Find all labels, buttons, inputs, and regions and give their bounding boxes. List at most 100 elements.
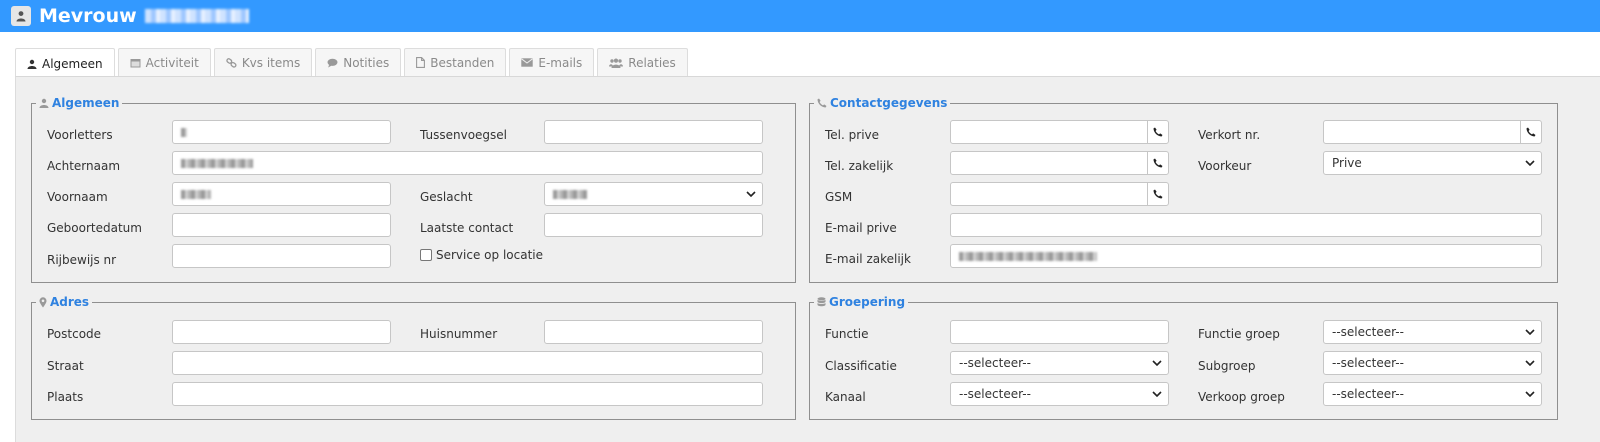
comment-icon <box>327 58 338 67</box>
postcode-label: Postcode <box>47 327 102 341</box>
contact-user-icon <box>11 6 31 26</box>
tab-algemeen[interactable]: Algemeen <box>15 48 115 78</box>
achternaam-input[interactable] <box>172 151 763 175</box>
verkoop-groep-label: Verkoop groep <box>1198 390 1285 404</box>
geslacht-select[interactable] <box>544 182 763 206</box>
email-zakelijk-label: E-mail zakelijk <box>825 252 911 266</box>
email-prive-label: E-mail prive <box>825 221 897 235</box>
voorkeur-label: Voorkeur <box>1198 159 1252 173</box>
tel-zakelijk-input[interactable] <box>950 151 1169 175</box>
phone-icon <box>1153 158 1163 168</box>
chevron-down-icon <box>1152 391 1162 397</box>
fieldset-legend: Groepering <box>814 295 908 309</box>
verkoop-groep-select[interactable]: --selecteer-- <box>1323 382 1542 406</box>
checkbox-box[interactable] <box>420 249 432 261</box>
chevron-down-icon <box>1525 391 1535 397</box>
call-tel-prive-button[interactable] <box>1147 121 1168 143</box>
gsm-input[interactable] <box>950 182 1169 206</box>
geboortedatum-label: Geboortedatum <box>47 221 142 235</box>
tel-prive-input[interactable] <box>950 120 1169 144</box>
tel-prive-label: Tel. prive <box>825 128 880 142</box>
functie-input[interactable] <box>950 320 1169 344</box>
tab-label: Activiteit <box>145 55 199 70</box>
tab-label: Kvs items <box>241 55 301 70</box>
classificatie-label: Classificatie <box>825 359 897 373</box>
chevron-down-icon <box>1525 329 1535 335</box>
gsm-label: GSM <box>825 190 853 204</box>
voorletters-label: Voorletters <box>47 128 113 142</box>
envelope-icon <box>521 58 534 67</box>
plaats-label: Plaats <box>47 390 84 404</box>
users-icon <box>609 58 624 68</box>
tab-notities[interactable]: Notities <box>315 48 402 76</box>
page-header: Mevrouw <box>0 0 1600 32</box>
verkort-nr-input[interactable] <box>1323 120 1542 144</box>
kanaal-select[interactable]: --selecteer-- <box>950 382 1169 406</box>
call-verkort-button[interactable] <box>1520 121 1541 143</box>
phone-icon <box>817 98 827 108</box>
tab-activiteit[interactable]: Activiteit <box>117 48 211 76</box>
achternaam-label: Achternaam <box>47 159 121 173</box>
page-title-name-redacted <box>144 9 249 23</box>
huisnummer-label: Huisnummer <box>420 327 498 341</box>
tussenvoegsel-label: Tussenvoegsel <box>420 128 508 142</box>
phone-icon <box>1526 127 1536 137</box>
tab-relaties[interactable]: Relaties <box>597 48 688 76</box>
fieldset-legend: Algemeen <box>36 96 122 110</box>
functie-groep-label: Functie groep <box>1198 327 1280 341</box>
huisnummer-input[interactable] <box>544 320 763 344</box>
postcode-input[interactable] <box>172 320 391 344</box>
rijbewijs-label: Rijbewijs nr <box>47 253 117 267</box>
link-icon <box>226 57 237 68</box>
tab-bar: Algemeen Activiteit Kvs items Notities B… <box>15 48 691 78</box>
tab-bestanden[interactable]: Bestanden <box>404 48 507 76</box>
user-icon <box>39 98 49 108</box>
redacted-value <box>181 127 187 137</box>
rijbewijs-input[interactable] <box>172 244 391 268</box>
voornaam-input[interactable] <box>172 182 391 206</box>
redacted-value <box>181 158 253 168</box>
tab-label: Algemeen <box>42 56 103 71</box>
call-tel-zakelijk-button[interactable] <box>1147 152 1168 174</box>
tel-zakelijk-label: Tel. zakelijk <box>825 159 894 173</box>
geboortedatum-input[interactable] <box>172 213 391 237</box>
chevron-down-icon <box>1525 360 1535 366</box>
plaats-input[interactable] <box>172 382 763 406</box>
tab-label: Relaties <box>628 55 676 70</box>
redacted-value <box>553 189 587 199</box>
email-prive-input[interactable] <box>950 213 1542 237</box>
classificatie-select[interactable]: --selecteer-- <box>950 351 1169 375</box>
phone-icon <box>1153 127 1163 137</box>
tab-kvs-items[interactable]: Kvs items <box>213 48 313 76</box>
kanaal-label: Kanaal <box>825 390 866 404</box>
chevron-down-icon <box>1525 160 1535 166</box>
tab-e-mails[interactable]: E-mails <box>509 48 595 76</box>
tab-label: Notities <box>343 55 390 70</box>
geslacht-label: Geslacht <box>420 190 473 204</box>
tab-label: E-mails <box>538 55 583 70</box>
redacted-value <box>959 251 1097 261</box>
chevron-down-icon <box>746 191 756 197</box>
voorletters-input[interactable] <box>172 120 391 144</box>
tussenvoegsel-input[interactable] <box>544 120 763 144</box>
call-gsm-button[interactable] <box>1147 183 1168 205</box>
subgroep-select[interactable]: --selecteer-- <box>1323 351 1542 375</box>
file-icon <box>416 57 426 68</box>
email-zakelijk-input[interactable] <box>950 244 1542 268</box>
user-icon <box>27 59 37 69</box>
chevron-down-icon <box>1152 360 1162 366</box>
laatste-contact-input[interactable] <box>544 213 763 237</box>
straat-input[interactable] <box>172 351 763 375</box>
phone-icon <box>1153 189 1163 199</box>
page-title-salutation: Mevrouw <box>39 5 137 27</box>
voornaam-label: Voornaam <box>47 190 108 204</box>
verkort-nr-label: Verkort nr. <box>1198 128 1261 142</box>
tab-content-panel: Algemeen Voorletters Tussenvoegsel Achte… <box>15 76 1600 442</box>
tab-label: Bestanden <box>430 55 495 70</box>
voorkeur-select[interactable]: Prive <box>1323 151 1542 175</box>
functie-label: Functie <box>825 327 869 341</box>
calendar-icon <box>130 58 141 67</box>
fieldset-legend: Adres <box>36 295 92 309</box>
functie-groep-select[interactable]: --selecteer-- <box>1323 320 1542 344</box>
service-op-locatie-checkbox[interactable]: Service op locatie <box>420 248 543 262</box>
